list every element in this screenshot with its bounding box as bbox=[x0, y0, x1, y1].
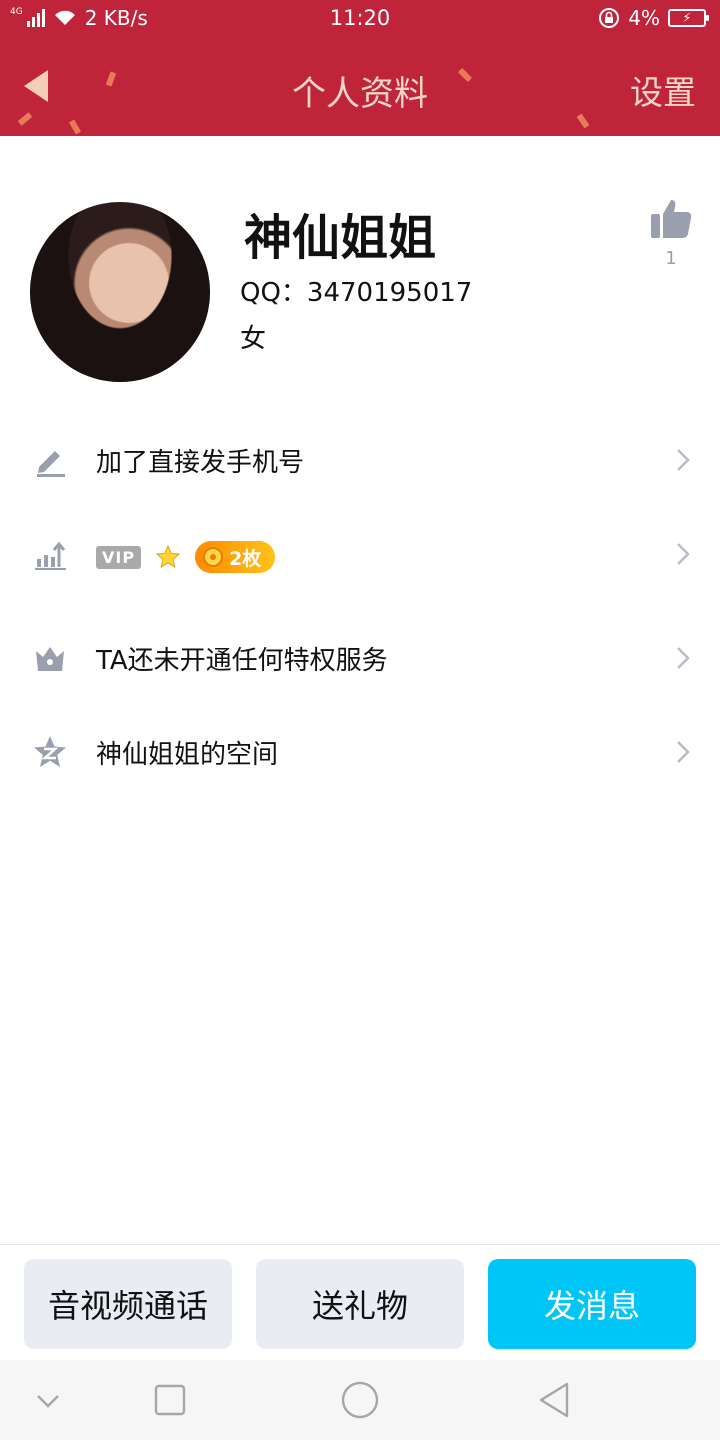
medal-count: 2枚 bbox=[229, 547, 262, 570]
qzone-icon bbox=[32, 734, 68, 770]
chevron-right-icon bbox=[677, 543, 690, 565]
header-bar: 4G 2 KB/s 11:20 4% ⚡ 个人资料 设置 bbox=[0, 0, 720, 136]
rotation-lock-icon bbox=[599, 8, 620, 28]
gender: 女 bbox=[240, 324, 267, 354]
chevron-right-icon bbox=[677, 647, 690, 669]
medal-icon bbox=[203, 547, 224, 567]
crown-icon bbox=[32, 640, 68, 676]
recent-apps-button[interactable] bbox=[150, 1380, 190, 1420]
profile-name: 神仙姐姐 bbox=[244, 210, 437, 266]
nav-bar: 个人资料 设置 bbox=[0, 38, 720, 136]
like-button[interactable]: 1 bbox=[648, 198, 694, 269]
avatar[interactable] bbox=[30, 202, 210, 382]
chevron-right-icon bbox=[677, 741, 690, 763]
status-bar: 4G 2 KB/s 11:20 4% ⚡ bbox=[0, 0, 720, 38]
battery-percent: 4% bbox=[628, 6, 660, 30]
signature-row[interactable]: 加了直接发手机号 bbox=[0, 420, 720, 500]
star-icon bbox=[155, 544, 181, 569]
privilege-text: TA还未开通任何特权服务 bbox=[96, 645, 388, 676]
like-count: 1 bbox=[665, 248, 677, 269]
settings-button[interactable]: 设置 bbox=[630, 66, 696, 114]
medal-badge[interactable]: 2枚 bbox=[195, 541, 276, 573]
space-row[interactable]: 神仙姐姐的空间 bbox=[0, 712, 720, 792]
send-gift-button[interactable]: 送礼物 bbox=[256, 1259, 464, 1349]
home-button[interactable] bbox=[340, 1380, 380, 1420]
level-chart-icon bbox=[32, 536, 68, 572]
vip-badge: VIP bbox=[96, 545, 142, 569]
system-back-button[interactable] bbox=[534, 1380, 574, 1420]
level-row[interactable]: VIP 2枚 bbox=[0, 514, 720, 594]
qq-number: QQ：3470195017 bbox=[240, 278, 473, 308]
privilege-row[interactable]: TA还未开通任何特权服务 bbox=[0, 618, 720, 698]
edit-icon bbox=[32, 442, 68, 478]
page-title: 个人资料 bbox=[292, 74, 428, 114]
battery-icon: ⚡ bbox=[668, 9, 709, 27]
signature-text: 加了直接发手机号 bbox=[96, 447, 305, 478]
video-call-button[interactable]: 音视频通话 bbox=[24, 1259, 232, 1349]
system-nav-bar bbox=[0, 1360, 720, 1440]
thumbs-up-icon bbox=[651, 200, 692, 238]
space-text: 神仙姐姐的空间 bbox=[96, 739, 279, 770]
send-message-button[interactable]: 发消息 bbox=[488, 1259, 696, 1349]
chevron-down-icon[interactable] bbox=[28, 1380, 68, 1420]
action-bar: 音视频通话 送礼物 发消息 bbox=[0, 1244, 720, 1360]
chevron-right-icon bbox=[677, 449, 690, 471]
